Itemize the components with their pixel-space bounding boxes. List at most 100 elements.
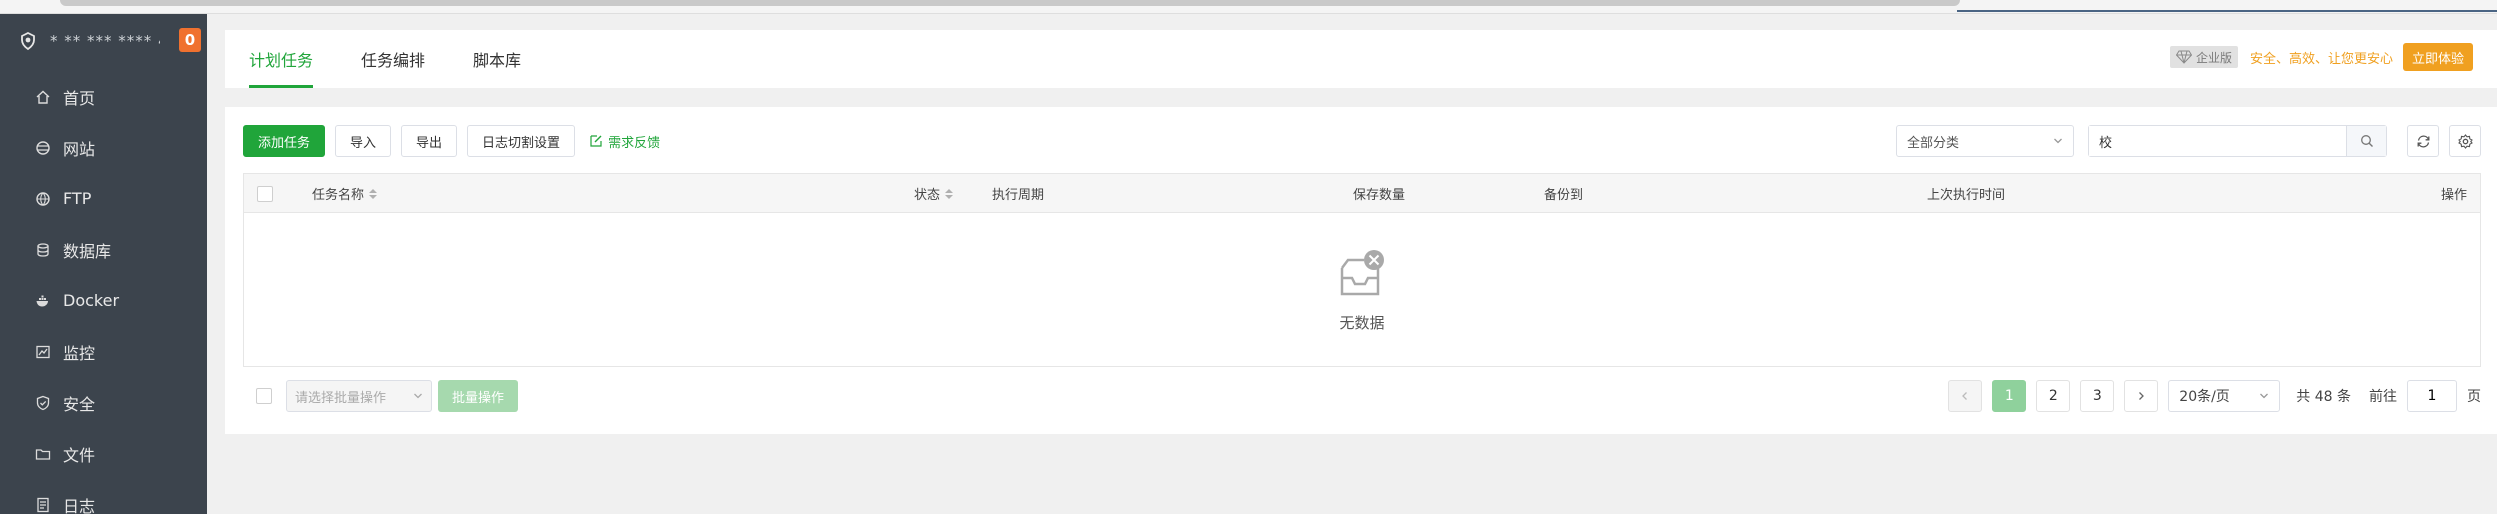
sidebar-item-label: 监控 [63, 343, 96, 363]
search-button[interactable] [2346, 126, 2386, 156]
search-icon [2360, 135, 2373, 147]
server-name: * ** *** **** 4 [50, 32, 160, 50]
column-last-run: 上次执行时间 [1927, 174, 2005, 213]
enterprise-badge: 企业版 [2169, 46, 2238, 68]
chevron-down-icon [414, 393, 422, 399]
column-label: 任务名称 [312, 188, 365, 203]
settings-button[interactable] [2449, 125, 2481, 157]
sidebar-item-label: 网站 [63, 139, 96, 159]
refresh-button[interactable] [2407, 125, 2439, 157]
batch-select-placeholder: 请选择批量操作 [295, 390, 387, 406]
folder-icon [34, 445, 52, 463]
sidebar-item-docker[interactable]: Docker [0, 275, 207, 326]
sort-icon [369, 188, 378, 199]
sidebar-item-home[interactable]: 首页 [0, 71, 207, 122]
enterprise-badge-label: 企业版 [2195, 50, 2232, 65]
chevron-right-icon [2139, 392, 2145, 400]
goto-page-input[interactable] [2407, 380, 2457, 412]
next-page-button[interactable] [2124, 380, 2159, 412]
sidebar: * ** *** **** 4 0 首页 网站 FTP 数据库 Docker 监… [0, 0, 207, 514]
select-all-checkbox[interactable] [257, 185, 273, 202]
sidebar-item-label: 首页 [63, 88, 96, 108]
sidebar-item-label: 文件 [63, 445, 96, 465]
total-count: 共 48 条 [2296, 389, 2351, 405]
tab-bar-card: 计划任务 任务编排 脚本库 企业版 安全、高效、让您更安心 立即体验 [225, 30, 2497, 88]
sidebar-item-security[interactable]: 安全 [0, 377, 207, 428]
log-cut-settings-button[interactable]: 日志切割设置 [467, 125, 576, 157]
docker-icon [34, 292, 52, 310]
batch-operation-select[interactable]: 请选择批量操作 [286, 380, 432, 412]
table-header: 任务名称 状态 执行周期 保存数量 备份到 上次执行时间 操作 [244, 174, 2480, 213]
sidebar-item-website[interactable]: 网站 [0, 122, 207, 173]
column-label: 状态 [914, 188, 941, 203]
empty-state: 无数据 [244, 214, 2480, 366]
toolbar: 添加任务 导入 导出 日志切割设置 需求反馈 [243, 125, 660, 157]
page-size-value: 20条/页 [2179, 389, 2230, 405]
diamond-icon [2175, 50, 2192, 64]
ftp-icon [34, 190, 52, 208]
add-task-button[interactable]: 添加任务 [243, 125, 326, 157]
table-footer: 请选择批量操作 批量操作 1 2 3 20条/页 共 48 条 前往 页 [243, 379, 2481, 413]
refresh-icon [2417, 135, 2429, 147]
filter-tools: 全部分类 [1896, 125, 2481, 157]
sidebar-item-logs[interactable]: 日志 [0, 479, 207, 514]
chevron-down-icon [2260, 393, 2269, 399]
feedback-link[interactable]: 需求反馈 [589, 132, 660, 151]
top-divider [1957, 10, 2497, 12]
sidebar-item-label: 数据库 [63, 241, 112, 261]
tab-task-orchestration[interactable]: 任务编排 [337, 30, 449, 88]
column-label: 操作 [2440, 188, 2467, 203]
column-operations: 操作 [2441, 174, 2467, 213]
shield-icon [34, 394, 52, 412]
sidebar-item-ftp[interactable]: FTP [0, 173, 207, 224]
search-input[interactable] [2089, 126, 2346, 156]
horizontal-scrollbar[interactable] [60, 0, 1960, 6]
export-button[interactable]: 导出 [401, 125, 458, 157]
goto-label: 前往 [2369, 389, 2397, 405]
column-period: 执行周期 [992, 174, 1044, 213]
try-now-button[interactable]: 立即体验 [2402, 43, 2473, 71]
globe-icon [34, 139, 52, 157]
feedback-label: 需求反馈 [608, 135, 661, 151]
tab-cron-tasks[interactable]: 计划任务 [225, 30, 337, 88]
column-status[interactable]: 状态 [914, 174, 954, 213]
select-all-cell [257, 174, 273, 213]
gear-icon [2457, 133, 2473, 149]
tab-script-library[interactable]: 脚本库 [449, 30, 545, 88]
page-size-select[interactable]: 20条/页 [2168, 380, 2281, 412]
sidebar-item-files[interactable]: 文件 [0, 428, 207, 479]
column-task-name[interactable]: 任务名称 [312, 174, 378, 213]
sidebar-nav: 首页 网站 FTP 数据库 Docker 监控 安全 文件 日志 [0, 71, 207, 514]
server-logo-icon [21, 31, 35, 51]
sidebar-item-monitor[interactable]: 监控 [0, 326, 207, 377]
batch-area: 请选择批量操作 批量操作 [243, 379, 519, 413]
category-select[interactable]: 全部分类 [1896, 125, 2074, 157]
notification-badge[interactable]: 0 [179, 28, 201, 52]
prev-page-button[interactable] [1948, 380, 1983, 412]
sidebar-item-label: Docker [63, 291, 120, 310]
empty-text: 无数据 [1339, 313, 1385, 332]
home-icon [34, 88, 52, 106]
window-top-strip [0, 0, 2497, 14]
page-1-button[interactable]: 1 [1992, 380, 2027, 412]
page-2-button[interactable]: 2 [2036, 380, 2071, 412]
chevron-left-icon [1962, 392, 1968, 400]
sidebar-item-database[interactable]: 数据库 [0, 224, 207, 275]
sidebar-item-label: FTP [63, 189, 92, 208]
column-label: 上次执行时间 [1927, 188, 2006, 203]
server-header[interactable]: * ** *** **** 4 0 [0, 24, 207, 58]
footer-select-checkbox[interactable] [256, 388, 272, 404]
column-backup-to: 备份到 [1544, 174, 1583, 213]
sidebar-item-label: 安全 [63, 394, 96, 414]
batch-operation-button[interactable]: 批量操作 [438, 380, 519, 412]
pagination: 1 2 3 20条/页 共 48 条 前往 页 [1948, 379, 2481, 413]
column-label: 执行周期 [992, 188, 1045, 203]
column-label: 备份到 [1544, 188, 1584, 203]
database-icon [34, 241, 52, 259]
log-icon [34, 496, 52, 514]
edit-icon [590, 135, 602, 147]
search-box [2088, 125, 2387, 157]
page-3-button[interactable]: 3 [2080, 380, 2115, 412]
sort-icon [945, 188, 954, 199]
import-button[interactable]: 导入 [335, 125, 392, 157]
